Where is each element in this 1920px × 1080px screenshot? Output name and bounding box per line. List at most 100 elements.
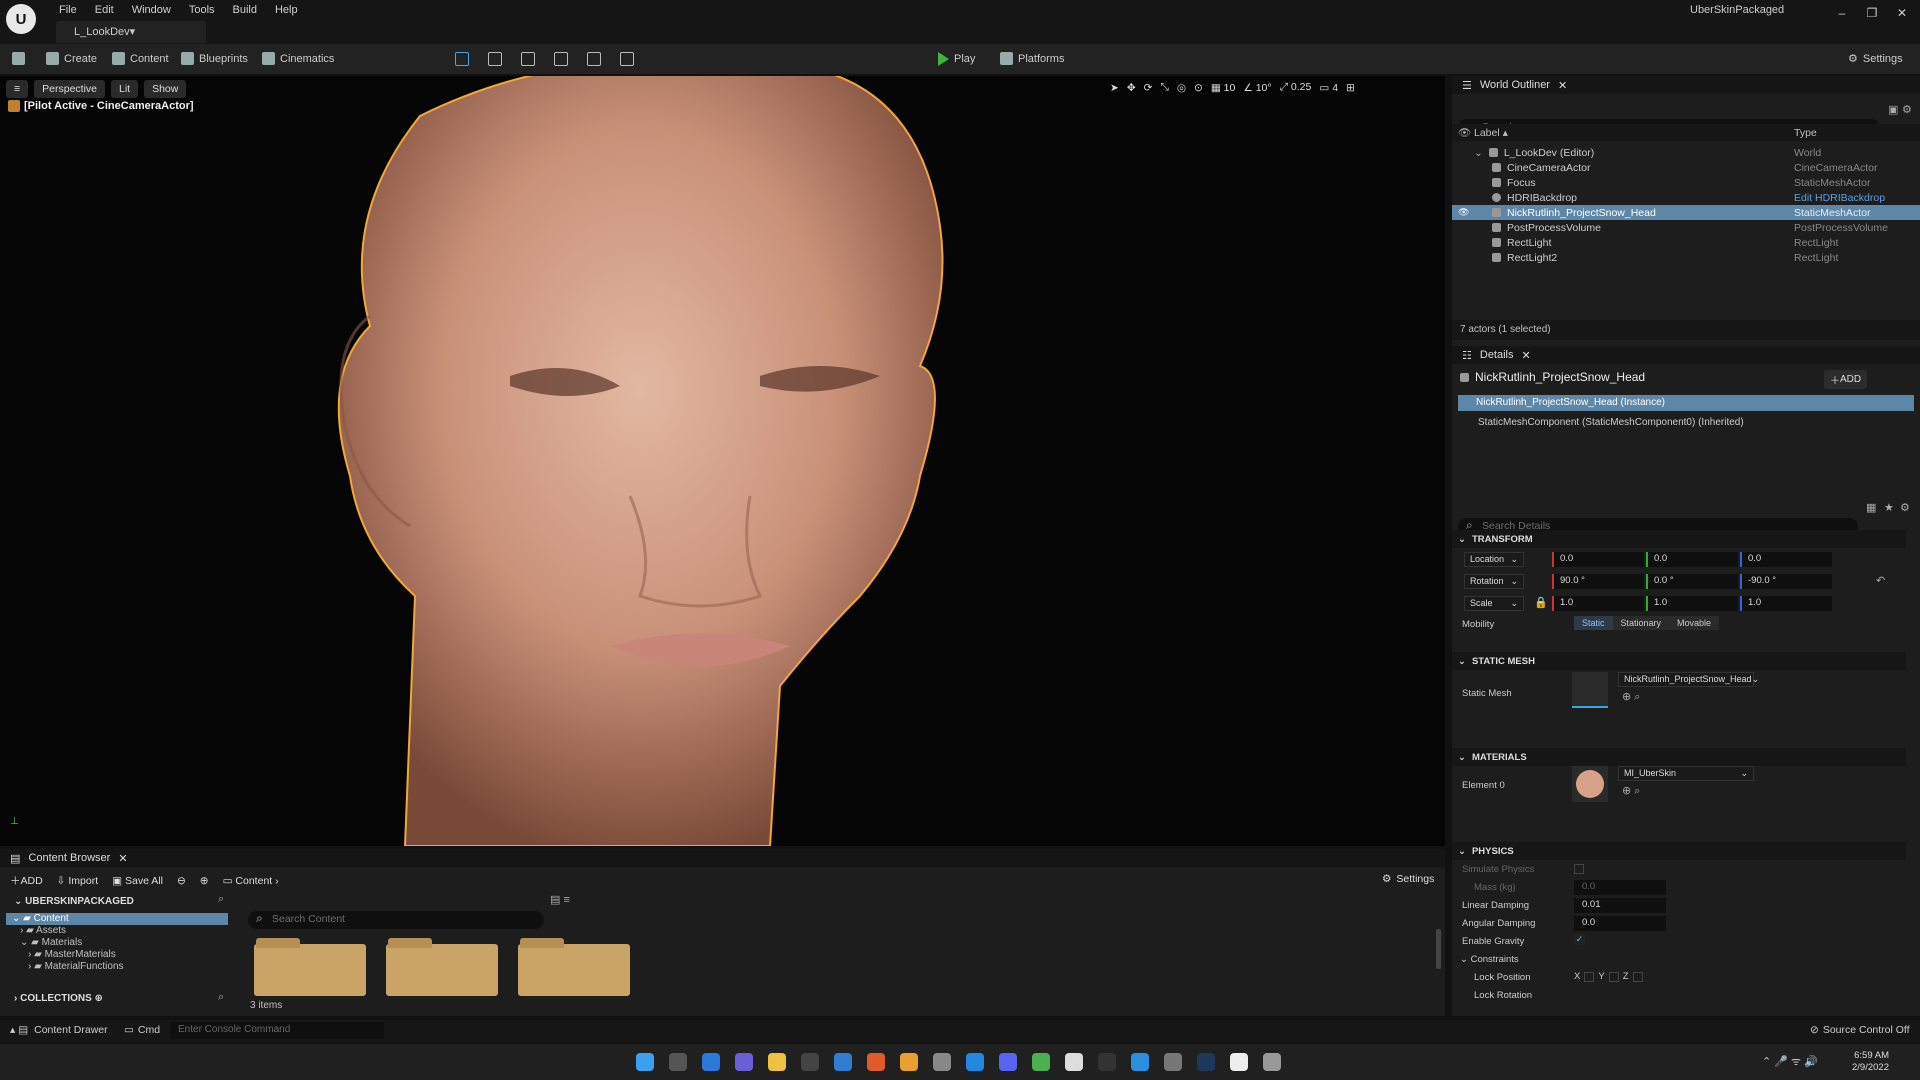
back-icon[interactable]: ⊖ [177, 875, 186, 887]
grid-snap-value[interactable]: ▦ 10 [1211, 82, 1236, 94]
physics-header[interactable]: ⌄ PHYSICS [1452, 842, 1906, 860]
rotation-z-field[interactable]: -90.0 ° [1740, 574, 1832, 589]
rotation-y-field[interactable]: 0.0 ° [1646, 574, 1738, 589]
unreal-icon[interactable] [1230, 1053, 1248, 1071]
lock-icon[interactable]: 🔒 [1534, 596, 1548, 609]
list-item[interactable]: ⌄ L_LookDev (Editor) World [1452, 145, 1920, 160]
platforms-button[interactable]: Platforms [1000, 52, 1064, 65]
app-icon[interactable] [966, 1053, 984, 1071]
list-item[interactable]: HDRIBackdrop Edit HDRIBackdrop [1452, 190, 1920, 205]
tree-item-materialfunctions[interactable]: › ▰ MaterialFunctions [6, 961, 228, 973]
maximize-button[interactable]: ❐ [1862, 6, 1882, 20]
close-tab-icon[interactable]: ✕ [1558, 79, 1567, 92]
menu-build[interactable]: Build [224, 2, 266, 18]
import-button[interactable]: ⇩ Import [57, 875, 98, 887]
head-mesh-render[interactable] [300, 76, 1120, 846]
app-icon[interactable] [1263, 1053, 1281, 1071]
save-all-button[interactable]: ▣ Save All [112, 875, 163, 887]
location-y-field[interactable]: 0.0 [1646, 552, 1738, 567]
transform-header[interactable]: ⌄ TRANSFORM [1452, 530, 1906, 548]
materials-header[interactable]: ⌄ MATERIALS [1452, 748, 1906, 766]
path-breadcrumb[interactable]: ▭ Content › [223, 875, 279, 887]
close-button[interactable]: ✕ [1892, 6, 1912, 20]
component-inherited-row[interactable]: StaticMeshComponent (StaticMeshComponent… [1478, 417, 1744, 428]
collections-header[interactable]: › COLLECTIONS ⊕ [6, 991, 236, 1006]
expand-arrow-icon[interactable]: ⌄ [1474, 147, 1483, 159]
task-view-icon[interactable] [669, 1053, 687, 1071]
static-mesh-dropdown[interactable]: NickRutlinh_ProjectSnow_Head ⌄ [1618, 672, 1759, 687]
gear-icon[interactable]: ⚙ [1902, 103, 1912, 116]
mesh-paint-icon[interactable] [554, 52, 568, 66]
tree-item-materials[interactable]: ⌄ ▰ Materials [6, 937, 228, 949]
rotation-snap-value[interactable]: ∠ 10° [1243, 82, 1271, 94]
world-space-icon[interactable]: ◎ [1177, 82, 1186, 94]
scale-x-field[interactable]: 1.0 [1552, 596, 1644, 611]
gear-icon[interactable]: ⚙ [1900, 501, 1910, 514]
minimize-button[interactable]: – [1832, 6, 1852, 20]
cmd-button[interactable]: ▭ Cmd [124, 1024, 160, 1036]
cinematics-button[interactable]: Cinematics [262, 52, 334, 65]
level-tab[interactable]: L_LookDev▾ [56, 21, 206, 43]
reset-icon[interactable]: ↶ [1876, 574, 1885, 587]
console-input[interactable]: Enter Console Command [170, 1022, 384, 1039]
rotation-dropdown[interactable]: Rotation ⌄ [1464, 574, 1524, 589]
content-search-input[interactable]: Search Content [248, 911, 544, 929]
perspective-button[interactable]: Perspective [34, 80, 105, 98]
list-item[interactable]: PostProcessVolume PostProcessVolume [1452, 220, 1920, 235]
scale-snap-value[interactable]: ⤢ 0.25 [1280, 81, 1312, 94]
widgets-icon[interactable] [702, 1053, 720, 1071]
surface-snap-icon[interactable]: ⊙ [1194, 82, 1203, 94]
brave-icon[interactable] [867, 1053, 885, 1071]
location-z-field[interactable]: 0.0 [1740, 552, 1832, 567]
component-instance-row[interactable]: NickRutlinh_ProjectSnow_Head (Instance) [1458, 395, 1914, 411]
list-item[interactable]: Focus StaticMeshActor [1452, 175, 1920, 190]
teams-icon[interactable] [735, 1053, 753, 1071]
mass-field[interactable]: 0.0 [1574, 880, 1666, 895]
list-item[interactable]: RectLight RectLight [1452, 235, 1920, 250]
static-mesh-header[interactable]: ⌄ STATIC MESH [1452, 652, 1906, 670]
menu-help[interactable]: Help [266, 2, 307, 18]
scale-y-field[interactable]: 1.0 [1646, 596, 1738, 611]
settings-button[interactable]: ⚙ Settings [1848, 52, 1903, 66]
lock-z-checkbox[interactable] [1632, 971, 1643, 982]
content-button[interactable]: Content [112, 52, 169, 65]
lock-y-checkbox[interactable] [1608, 971, 1619, 982]
location-dropdown[interactable]: Location ⌄ [1464, 552, 1524, 567]
file-explorer-icon[interactable] [768, 1053, 786, 1071]
content-drawer-button[interactable]: ▴ ▤ Content Drawer [10, 1024, 108, 1036]
tree-item-assets[interactable]: › ▰ Assets [6, 925, 228, 937]
translate-tool-icon[interactable]: ✥ [1127, 82, 1136, 94]
discord-icon[interactable] [999, 1053, 1017, 1071]
modeling-mode-icon[interactable] [587, 52, 601, 66]
photoshop-icon[interactable] [1197, 1053, 1215, 1071]
camera-speed-value[interactable]: ▭ 4 [1319, 82, 1338, 94]
vscode-icon[interactable] [1131, 1053, 1149, 1071]
select-mode-icon[interactable] [455, 52, 469, 66]
folder-tile[interactable] [518, 938, 630, 996]
forward-icon[interactable]: ⊕ [200, 875, 209, 887]
search-icon[interactable]: ⌕ [218, 893, 224, 906]
menu-tools[interactable]: Tools [180, 2, 224, 18]
terminal-icon[interactable] [1098, 1053, 1116, 1071]
filter-icon[interactable]: ▤ ≡ [550, 893, 570, 906]
visibility-icon[interactable]: 👁 [1458, 207, 1469, 218]
foliage-mode-icon[interactable] [521, 52, 535, 66]
store-icon[interactable] [801, 1053, 819, 1071]
folder-tile[interactable] [386, 938, 498, 996]
chrome-icon[interactable] [1032, 1053, 1050, 1071]
play-button[interactable]: Play [938, 52, 975, 66]
level-viewport[interactable]: ≡ Perspective Lit Show [Pilot Active - C… [0, 76, 1445, 846]
close-tab-icon[interactable]: ✕ [1522, 349, 1531, 362]
simulate-physics-checkbox[interactable] [1574, 864, 1584, 874]
sublime-icon[interactable] [900, 1053, 918, 1071]
label-column[interactable]: Label ▴ [1474, 127, 1508, 139]
add-button[interactable]: ＋ADD [10, 873, 43, 888]
angular-damping-field[interactable]: 0.0 [1574, 916, 1666, 931]
unreal-logo-icon[interactable]: U [6, 4, 36, 34]
mail-icon[interactable] [834, 1053, 852, 1071]
tree-item-content[interactable]: ⌄ ▰ Content [6, 913, 228, 925]
show-button[interactable]: Show [144, 80, 187, 98]
github-icon[interactable] [933, 1053, 951, 1071]
location-x-field[interactable]: 0.0 [1552, 552, 1644, 567]
rotation-x-field[interactable]: 90.0 ° [1552, 574, 1644, 589]
